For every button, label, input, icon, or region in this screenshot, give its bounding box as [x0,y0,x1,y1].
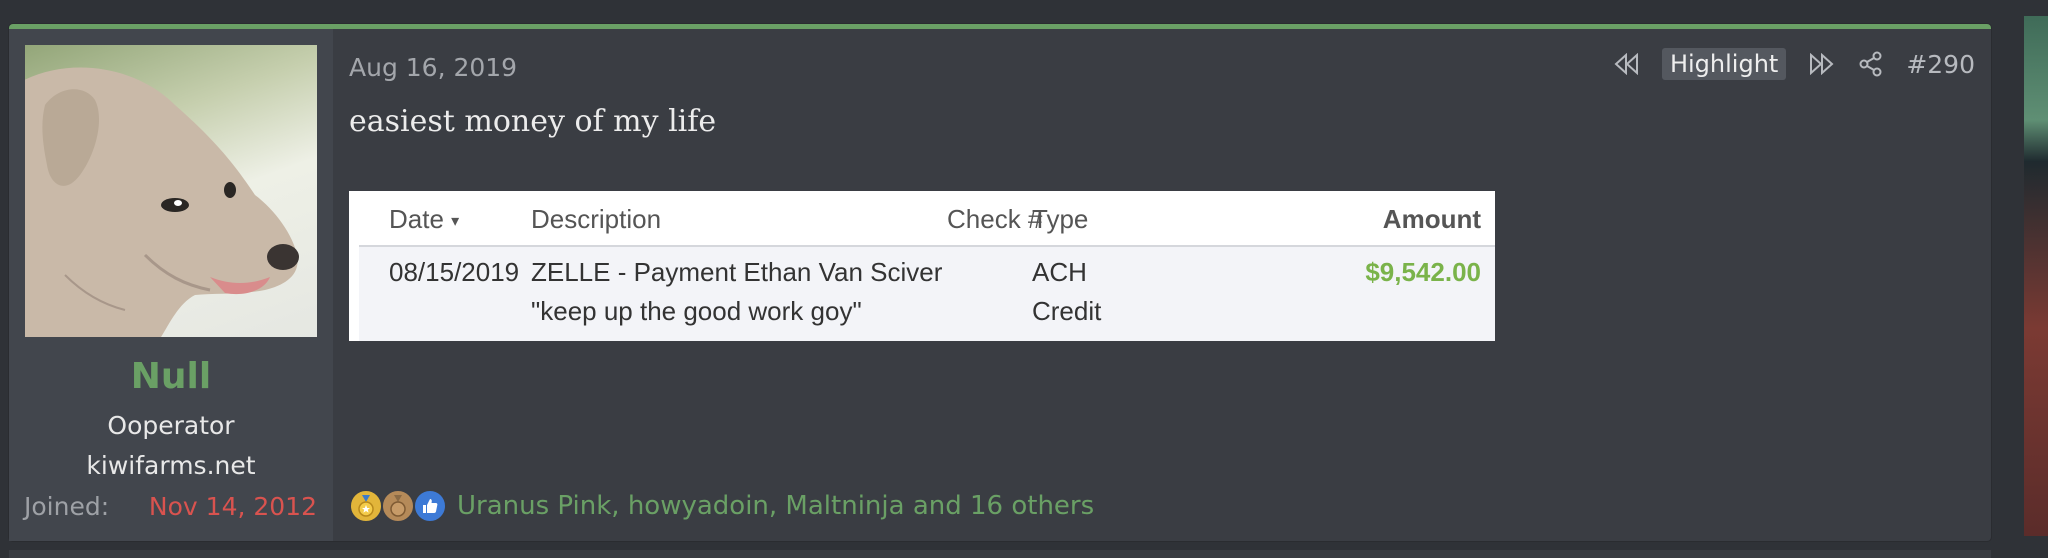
row-memo: "keep up the good work goy" [531,296,862,326]
header-amount: Amount [1382,204,1481,234]
background-art-edge [2024,16,2048,536]
user-site: kiwifarms.net [86,451,256,480]
joined-label: Joined: [24,492,110,521]
bronze-medal-icon[interactable] [381,489,415,523]
header-check: Check # [947,204,1043,234]
row-date: 08/15/2019 [389,257,520,287]
reactions-bar: Uranus Pink, howyadoin, Maltninja and 16… [349,489,1094,523]
joined-date: Nov 14, 2012 [148,492,317,521]
next-post-edge [9,550,1991,558]
transaction-table: Date ▾ Description Check # Type Amount 0… [359,191,1495,341]
previous-highlight-icon[interactable] [1612,53,1640,75]
header-date: Date ▾ [389,204,460,234]
row-amount: $9,542.00 [1365,257,1481,287]
row-type-sub: Credit [1032,296,1102,326]
post-date[interactable]: Aug 16, 2019 [349,53,517,82]
bank-transaction-image[interactable]: Date ▾ Description Check # Type Amount 0… [349,191,1495,341]
share-icon[interactable] [1858,51,1884,77]
header-description: Description [531,204,662,234]
user-pane: Null Ooperator kiwifarms.net Joined: Nov… [9,29,333,541]
post-actions: Highlight #290 [1612,45,1975,83]
thumbs-up-icon[interactable] [413,489,447,523]
username[interactable]: Null [9,356,333,397]
post-number-link[interactable]: #290 [1906,50,1975,79]
row-description: ZELLE - Payment Ethan Van Sciver [531,257,943,287]
next-highlight-icon[interactable] [1808,53,1836,75]
row-type: ACH [1032,257,1087,287]
highlight-button[interactable]: Highlight [1661,48,1787,80]
reaction-list-link[interactable]: Uranus Pink, howyadoin, Maltninja and 16… [457,491,1094,521]
sort-caret-icon: ▾ [451,213,460,231]
avatar[interactable] [25,45,317,337]
post-message: easiest money of my life [349,104,717,139]
dog-avatar-image [25,67,299,337]
user-title: Ooperator [107,411,235,440]
transaction-header: Date ▾ Description Check # Type Amount [359,191,1495,247]
forum-post: Null Ooperator kiwifarms.net Joined: Nov… [9,24,1991,541]
header-type: Type [1032,204,1089,234]
gold-medal-icon[interactable] [349,489,383,523]
